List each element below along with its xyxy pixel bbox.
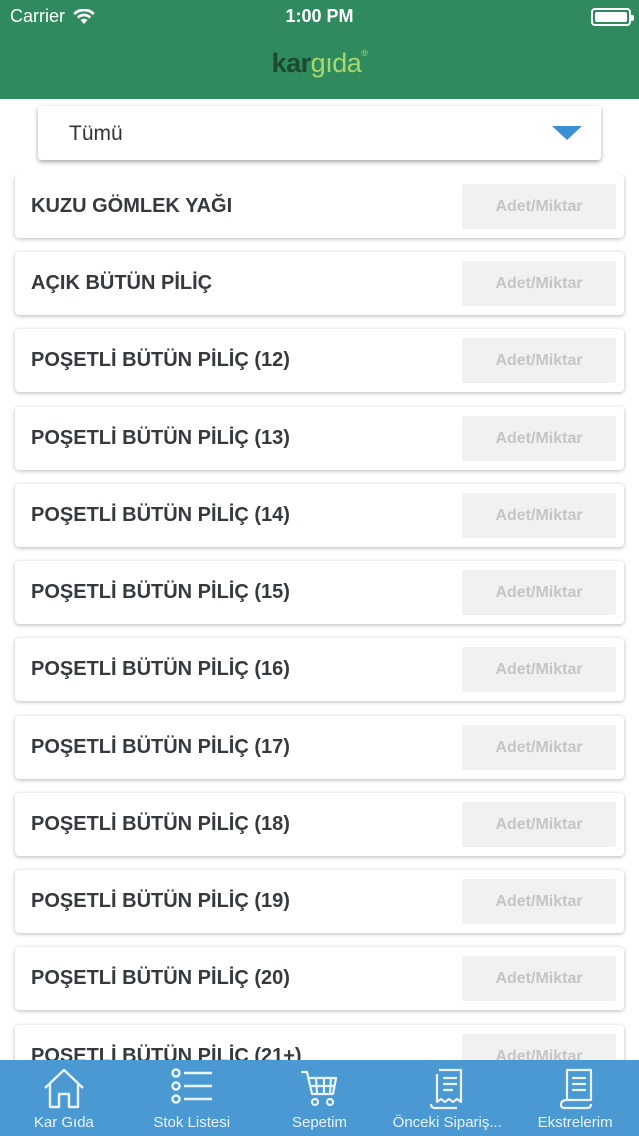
product-name: POŞETLİ BÜTÜN PİLİÇ (18) — [31, 813, 290, 835]
logo-registered-mark: ® — [361, 48, 368, 58]
product-row[interactable]: KUZU GÖMLEK YAĞI — [15, 175, 624, 238]
product-name: POŞETLİ BÜTÜN PİLİÇ (14) — [31, 504, 290, 526]
quantity-input[interactable] — [462, 184, 616, 229]
quantity-input[interactable] — [462, 570, 616, 615]
product-row[interactable]: POŞETLİ BÜTÜN PİLİÇ (19) — [15, 870, 624, 933]
battery-icon — [591, 8, 634, 26]
product-name: POŞETLİ BÜTÜN PİLİÇ (21+) — [31, 1045, 302, 1060]
tab-kar-gida[interactable]: Kar Gıda — [0, 1060, 128, 1136]
product-row[interactable]: POŞETLİ BÜTÜN PİLİÇ (16) — [15, 638, 624, 701]
product-row[interactable]: POŞETLİ BÜTÜN PİLİÇ (14) — [15, 484, 624, 547]
product-row[interactable]: POŞETLİ BÜTÜN PİLİÇ (20) — [15, 947, 624, 1010]
quantity-input[interactable] — [462, 879, 616, 924]
tab-bar: Kar Gıda Stok Listesi Sepetim Önceki Sip… — [0, 1060, 639, 1136]
quantity-input[interactable] — [462, 802, 616, 847]
product-row[interactable]: POŞETLİ BÜTÜN PİLİÇ (15) — [15, 561, 624, 624]
quantity-input[interactable] — [462, 1034, 616, 1060]
product-name: AÇIK BÜTÜN PİLİÇ — [31, 272, 213, 294]
cart-icon — [301, 1070, 338, 1107]
category-filter-dropdown[interactable]: Tümü — [38, 106, 601, 160]
tab-label: Ekstrelerim — [537, 1114, 613, 1131]
list-icon — [170, 1068, 212, 1104]
tab-onceki-siparisler[interactable]: Önceki Sipariş... — [383, 1060, 511, 1136]
product-row[interactable]: POŞETLİ BÜTÜN PİLİÇ (13) — [15, 407, 624, 470]
product-name: POŞETLİ BÜTÜN PİLİÇ (16) — [31, 658, 290, 680]
quantity-input[interactable] — [462, 725, 616, 770]
product-name: POŞETLİ BÜTÜN PİLİÇ (17) — [31, 736, 290, 758]
category-filter-value: Tümü — [69, 122, 123, 145]
product-row[interactable]: POŞETLİ BÜTÜN PİLİÇ (12) — [15, 329, 624, 392]
quantity-input[interactable] — [462, 647, 616, 692]
status-bar: Carrier 1:00 PM — [0, 0, 639, 34]
quantity-input[interactable] — [462, 956, 616, 1001]
product-row[interactable]: POŞETLİ BÜTÜN PİLİÇ (17) — [15, 716, 624, 779]
quantity-input[interactable] — [462, 338, 616, 383]
product-name: POŞETLİ BÜTÜN PİLİÇ (15) — [31, 581, 290, 603]
product-name: POŞETLİ BÜTÜN PİLİÇ (13) — [31, 427, 290, 449]
tab-label: Kar Gıda — [33, 1114, 94, 1131]
product-row[interactable]: POŞETLİ BÜTÜN PİLİÇ (21+) — [15, 1025, 624, 1060]
product-name: POŞETLİ BÜTÜN PİLİÇ (19) — [31, 890, 290, 912]
product-row[interactable]: POŞETLİ BÜTÜN PİLİÇ (18) — [15, 793, 624, 856]
dropdown-caret-icon[interactable] — [552, 126, 582, 140]
status-time: 1:00 PM — [285, 6, 354, 26]
tab-label: Stok Listesi — [153, 1114, 231, 1131]
quantity-input[interactable] — [462, 493, 616, 538]
receipt-icon — [430, 1068, 463, 1110]
home-icon — [44, 1068, 84, 1109]
product-name: KUZU GÖMLEK YAĞI — [31, 195, 233, 217]
tab-label: Sepetim — [291, 1114, 347, 1131]
quantity-input[interactable] — [462, 261, 616, 306]
product-row[interactable]: AÇIK BÜTÜN PİLİÇ — [15, 252, 624, 315]
app-header: Carrier 1:00 PM kargıda® — [0, 0, 639, 99]
logo-text-gida: gıda — [310, 48, 362, 78]
product-list[interactable]: KUZU GÖMLEK YAĞI AÇIK BÜTÜN PİLİÇ POŞETL… — [0, 175, 639, 1060]
tab-sepetim[interactable]: Sepetim — [256, 1060, 384, 1136]
quantity-input[interactable] — [462, 416, 616, 461]
product-name: POŞETLİ BÜTÜN PİLİÇ (12) — [31, 349, 290, 371]
tab-ekstrelerim[interactable]: Ekstrelerim — [511, 1060, 639, 1136]
brand-logo: kargıda® — [0, 48, 639, 79]
logo-text-kar: kar — [271, 48, 312, 78]
tab-stok-listesi[interactable]: Stok Listesi — [128, 1060, 256, 1136]
product-name: POŞETLİ BÜTÜN PİLİÇ (20) — [31, 967, 290, 989]
document-icon — [559, 1068, 593, 1110]
tab-label: Önceki Sipariş... — [392, 1114, 502, 1131]
